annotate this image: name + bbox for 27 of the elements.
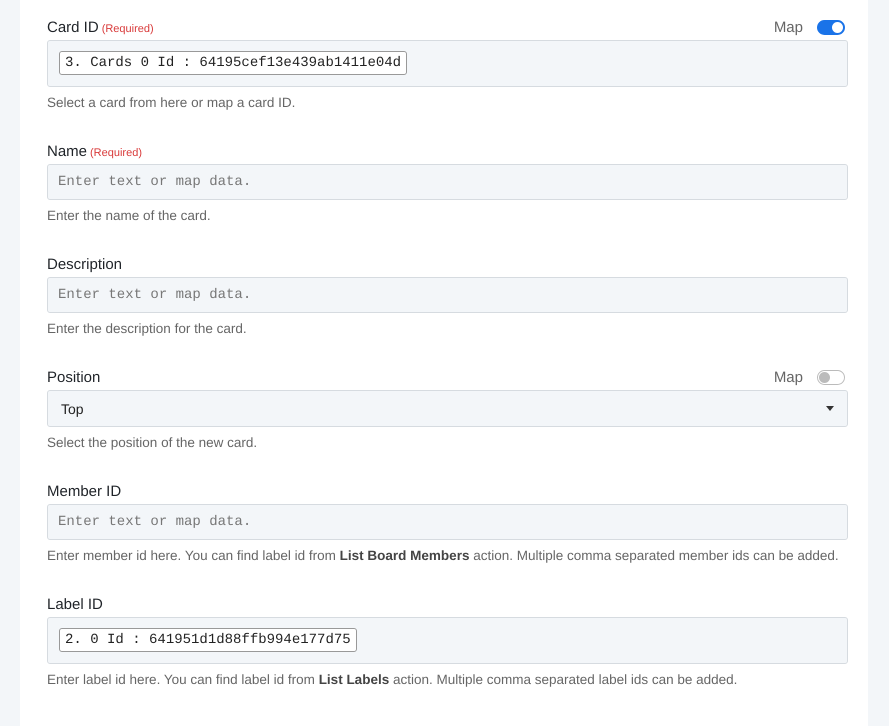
field-label: Member ID <box>47 483 122 500</box>
required-note: (Required) <box>90 147 142 159</box>
dropdown-caret-icon <box>826 406 834 411</box>
mapped-value-chip: 3. Cards 0 Id : 64195cef13e439ab1411e04d <box>59 51 408 75</box>
field-label: Description <box>47 256 122 273</box>
help-text: Select a card from here or map a card ID. <box>47 94 296 112</box>
map-toggle[interactable] <box>817 370 845 385</box>
field-label: Position <box>47 369 100 386</box>
field-label: Name <box>47 143 88 160</box>
map-label: Map <box>774 369 803 386</box>
mapped-field[interactable]: 2. 0 Id : 641951d1d88ffb994e177d75 <box>47 617 848 664</box>
required-note: (Required) <box>102 23 154 35</box>
mapped-value-chip: 2. 0 Id : 641951d1d88ffb994e177d75 <box>59 628 357 652</box>
map-toggle[interactable] <box>817 20 845 35</box>
field-label: Card ID <box>47 19 99 36</box>
help-text: Enter member id here. You can find label id from List Board Members action. Multiple comma separated member ids can be added. <box>47 547 840 565</box>
help-text: Select the position of the new card. <box>47 434 258 452</box>
field-label: Label ID <box>47 596 103 613</box>
select-dropdown[interactable]: Top <box>47 390 848 427</box>
map-label: Map <box>774 19 803 36</box>
input-field[interactable]: Enter text or map data. <box>47 277 848 313</box>
help-text: Enter the name of the card. <box>47 207 212 225</box>
help-text: Enter label id here. You can find label id from List Labels action. Multiple comma separated label ids can be added. <box>47 671 738 689</box>
input-field[interactable]: Enter text or map data. <box>47 164 848 200</box>
help-text: Enter the description for the card. <box>47 320 248 338</box>
mapped-field[interactable]: 3. Cards 0 Id : 64195cef13e439ab1411e04d <box>47 40 848 87</box>
input-field[interactable]: Enter text or map data. <box>47 504 848 540</box>
